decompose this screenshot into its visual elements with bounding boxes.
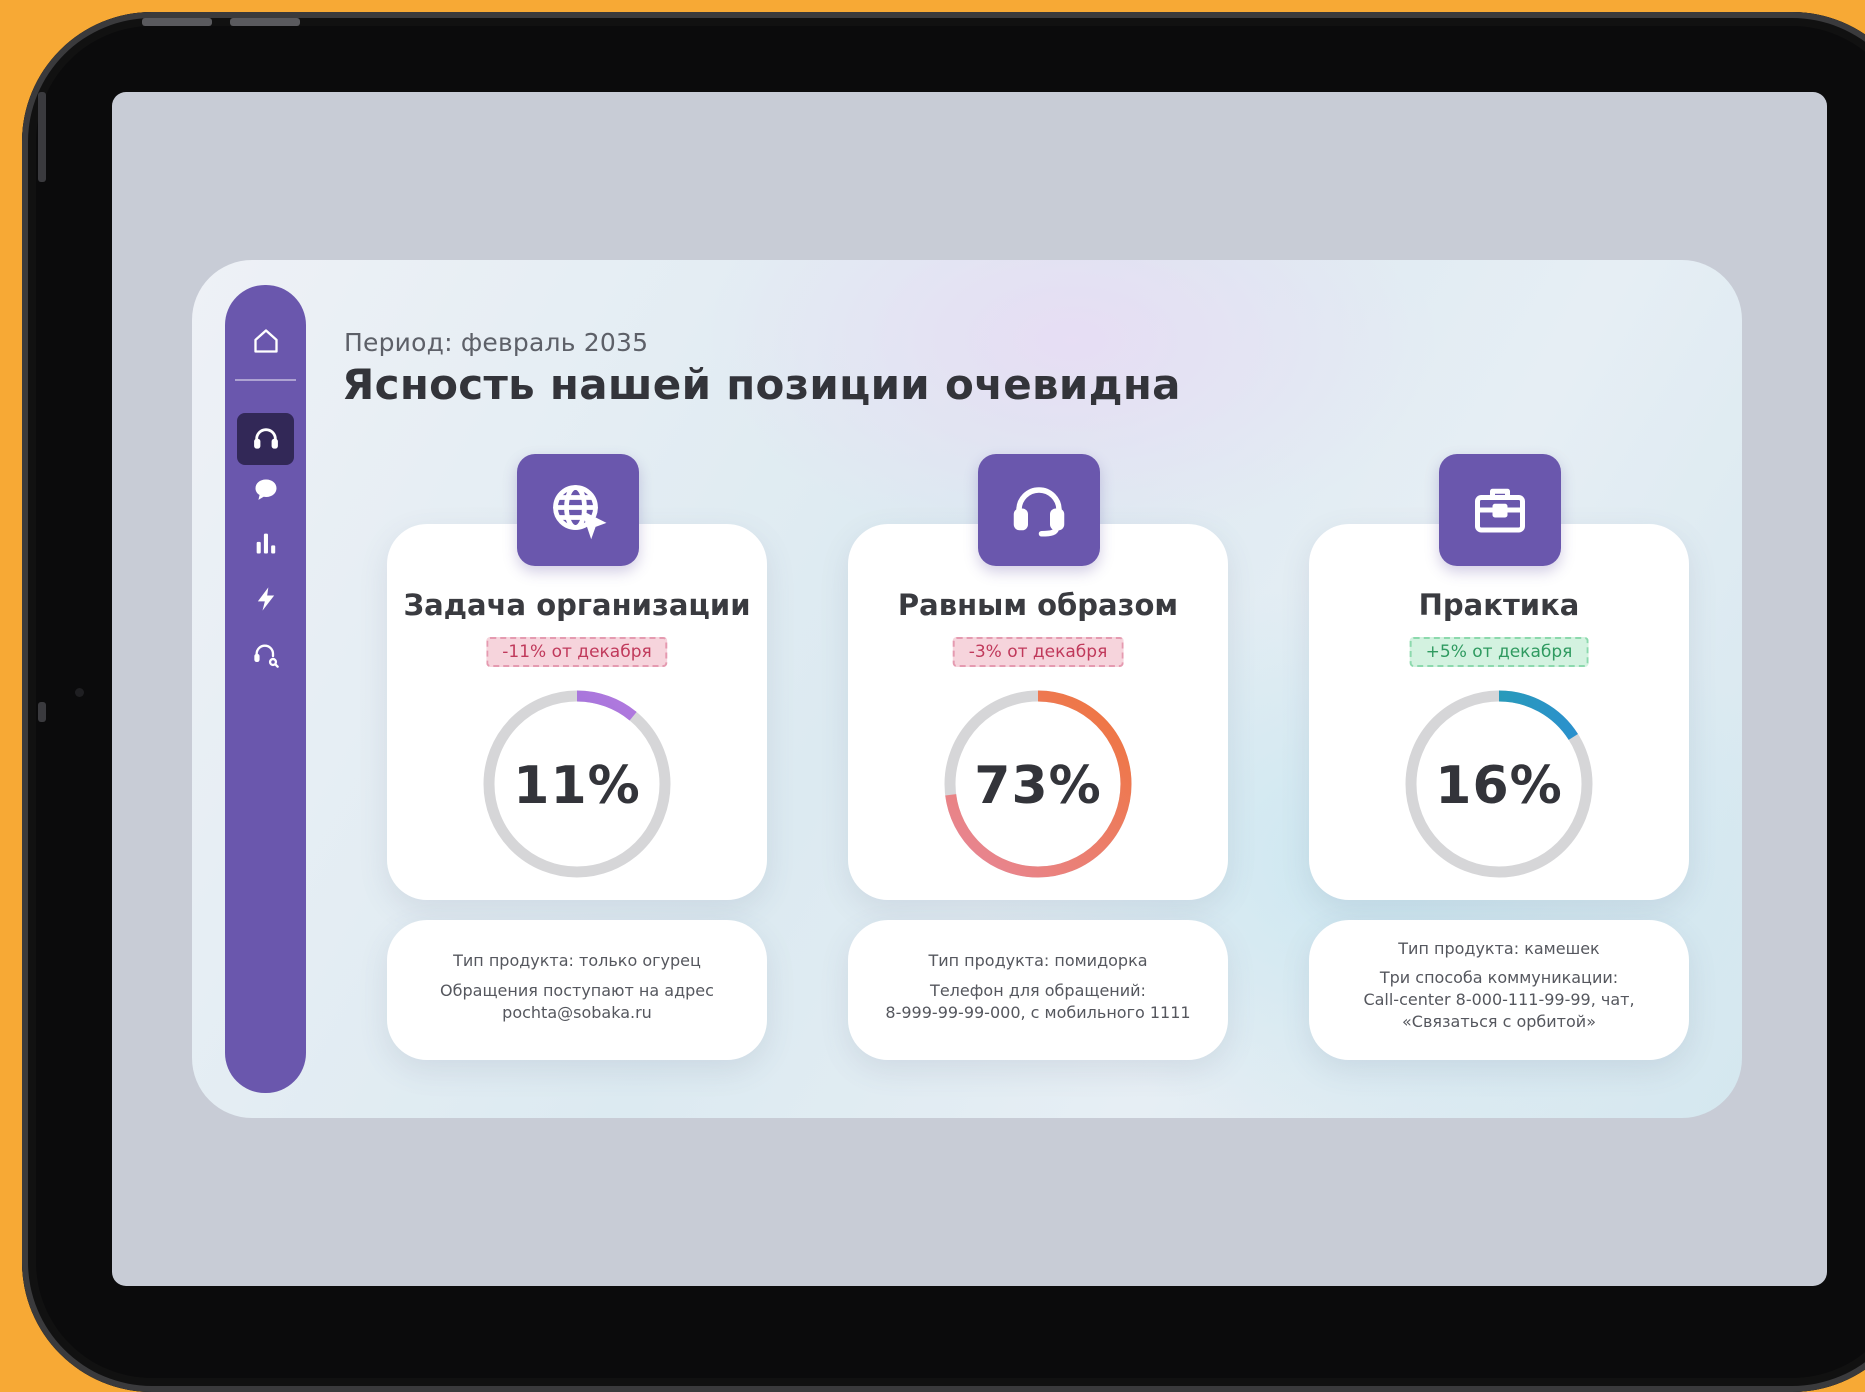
metric-card: Задача организации -11% от декабря 11% [387,524,767,900]
percent-value: 16% [1435,756,1563,816]
globe-cursor-icon [517,454,639,566]
sidebar [225,285,306,1093]
sidebar-divider [235,379,296,381]
change-badge: +5% от декабря [1409,637,1589,667]
info-line: «Связаться с орбитой» [1402,1012,1596,1031]
metric-card: Равным образом -3% от декабря 73% [848,524,1228,900]
briefcase-icon [1439,454,1561,566]
chat-icon[interactable] [241,468,290,512]
card-title: Задача организации [403,588,751,622]
info-card: Тип продукта: камешек Три способа коммун… [1309,920,1689,1060]
product-type: Тип продукта: камешек [1398,939,1600,958]
info-line: 8-999-99-99-000, с мобильного 1111 [885,1003,1191,1022]
change-badge: -3% от декабря [952,637,1124,667]
tablet-frame: Период: февраль 2035 Ясность нашей позиц… [22,12,1865,1392]
headset-icon[interactable] [237,413,294,465]
support-search-icon[interactable] [241,633,290,677]
info-line: Обращения поступают на адрес [440,981,714,1000]
card-title: Равным образом [897,588,1179,622]
home-icon[interactable] [241,319,290,363]
period-label: Период: февраль 2035 [344,328,649,357]
info-card: Тип продукта: помидорка Телефон для обра… [848,920,1228,1060]
product-type: Тип продукта: помидорка [928,951,1148,970]
side-button [38,702,46,722]
percent-value: 11% [513,756,641,816]
info-line: Call-center 8-000-111-99-99, чат, [1363,990,1635,1009]
card-title: Практика [1418,588,1580,622]
page-title: Ясность нашей позиции очевидна [342,360,1181,409]
info-card: Тип продукта: только огурец Обращения по… [387,920,767,1060]
screen: Период: февраль 2035 Ясность нашей позиц… [112,92,1827,1286]
metric-card: Практика +5% от декабря 16% [1309,524,1689,900]
info-line: Три способа коммуникации: [1379,968,1619,987]
volume-button [230,18,300,26]
dashboard-panel: Период: февраль 2035 Ясность нашей позиц… [192,260,1742,1118]
info-line: pochta@sobaka.ru [502,1003,652,1022]
info-line: Телефон для обращений: [930,981,1146,1000]
percent-value: 73% [974,756,1102,816]
bar-chart-icon[interactable] [241,521,290,565]
change-badge: -11% от декабря [486,637,668,667]
lightning-icon[interactable] [241,577,290,621]
side-button [38,92,46,182]
volume-button [142,18,212,26]
product-type: Тип продукта: только огурец [453,951,701,970]
headset-icon [978,454,1100,566]
camera [75,688,84,697]
